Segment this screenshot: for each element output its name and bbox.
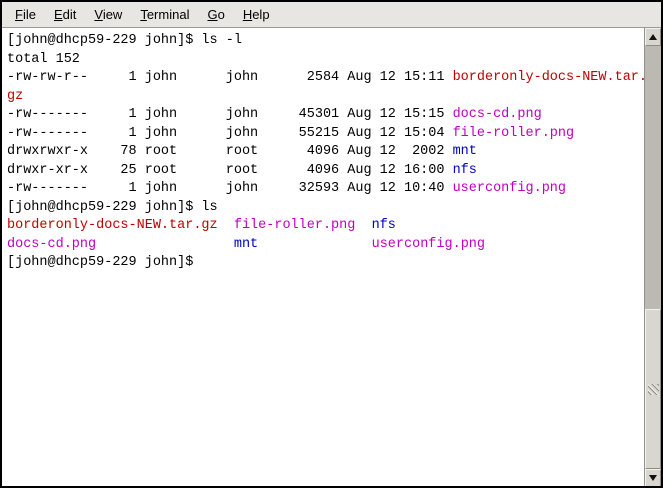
terminal-line: -rw------- 1 john john 55215 Aug 12 15:0… [7,125,644,144]
terminal-line: docs-cd.png mnt userconfig.png [7,236,644,255]
terminal-line: total 152 [7,51,644,70]
menu-item-file[interactable]: File [6,3,45,26]
menu-item-help[interactable]: Help [234,3,279,26]
menu-item-go[interactable]: Go [198,3,233,26]
scroll-down-button[interactable] [645,469,661,487]
scrollbar-track[interactable] [645,46,661,469]
scroll-up-button[interactable] [645,28,661,46]
terminal-line: drwxrwxr-x 78 root root 4096 Aug 12 2002… [7,143,644,162]
terminal-line: [john@dhcp59-229 john]$ ls [7,199,644,218]
terminal-line: -rw------- 1 john john 32593 Aug 12 10:4… [7,180,644,199]
terminal-line: [john@dhcp59-229 john]$ [7,254,644,273]
terminal-line: gz [7,88,644,107]
terminal-line: -rw-rw-r-- 1 john john 2584 Aug 12 15:11… [7,69,644,88]
window-content: [john@dhcp59-229 john]$ ls -ltotal 152-r… [2,28,661,487]
menu-item-view[interactable]: View [85,3,131,26]
terminal-line: [john@dhcp59-229 john]$ ls -l [7,32,644,51]
terminal-window: FileEditViewTerminalGoHelp [john@dhcp59-… [0,0,663,488]
terminal-line: -rw------- 1 john john 45301 Aug 12 15:1… [7,106,644,125]
up-arrow-icon [649,34,657,40]
terminal-line: drwxr-xr-x 25 root root 4096 Aug 12 16:0… [7,162,644,181]
terminal-screen[interactable]: [john@dhcp59-229 john]$ ls -ltotal 152-r… [2,28,644,487]
scrollbar-thumb[interactable] [645,309,661,469]
thumb-grip-icon [648,384,659,395]
menubar: FileEditViewTerminalGoHelp [2,2,661,28]
down-arrow-icon [649,475,657,481]
menu-item-edit[interactable]: Edit [45,3,85,26]
terminal-line: borderonly-docs-NEW.tar.gz file-roller.p… [7,217,644,236]
menu-item-terminal[interactable]: Terminal [131,3,198,26]
scrollbar[interactable] [644,28,661,487]
